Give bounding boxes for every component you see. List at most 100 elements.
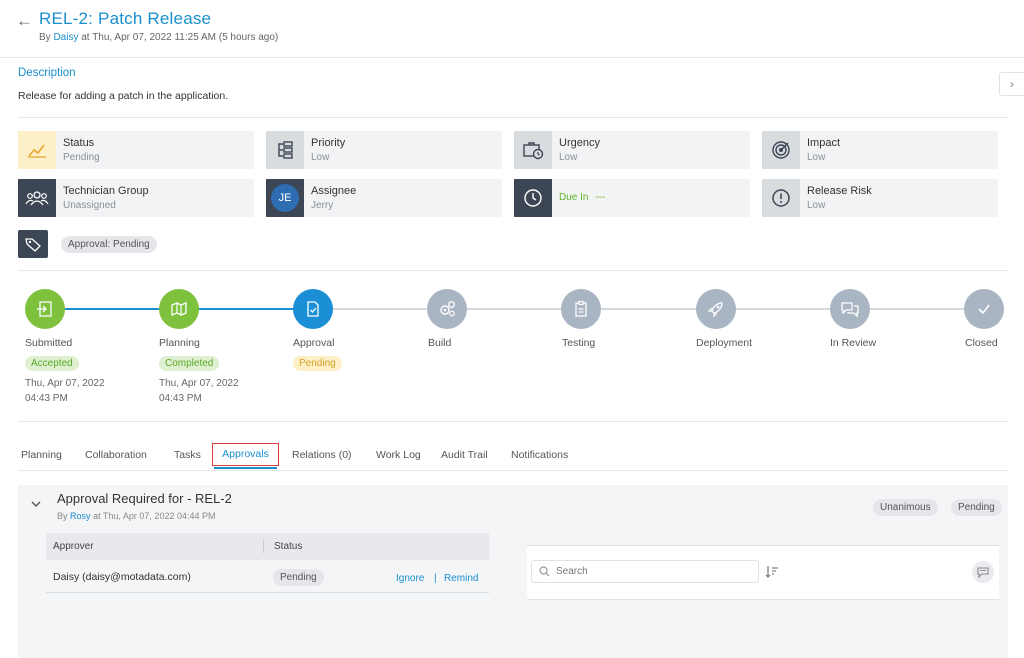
- urgency-value: Low: [559, 152, 578, 163]
- back-arrow-icon[interactable]: ←: [16, 11, 33, 31]
- release-risk-card[interactable]: Release Risk Low: [762, 179, 998, 217]
- approval-author-link[interactable]: Rosy: [70, 511, 91, 521]
- approval-status-badge: Pending: [951, 499, 1002, 516]
- tab-relations[interactable]: Relations (0): [292, 449, 352, 461]
- release-risk-value: Low: [807, 200, 826, 211]
- impact-value: Low: [807, 152, 826, 163]
- stage-testing-node[interactable]: [561, 289, 601, 329]
- description-text[interactable]: Release for adding a patch in the applic…: [18, 90, 228, 102]
- chat-bubbles-icon: [841, 302, 859, 318]
- column-separator: [263, 539, 264, 553]
- gears-icon: [440, 301, 455, 317]
- status-card[interactable]: Status Pending: [18, 131, 254, 169]
- search-icon: [539, 566, 550, 577]
- tab-approvals[interactable]: Approvals: [212, 443, 279, 466]
- briefcase-clock-icon: [514, 131, 552, 169]
- divider: [0, 57, 1024, 58]
- urgency-card[interactable]: Urgency Low: [514, 131, 750, 169]
- stage-status-badge: Pending: [293, 356, 342, 371]
- tab-collaboration[interactable]: Collaboration: [85, 449, 147, 461]
- alert-circle-icon: [762, 179, 800, 217]
- approval-title: Approval Required for - REL-2: [57, 491, 232, 506]
- stage-closed-node[interactable]: [964, 289, 1004, 329]
- chart-line-icon: [18, 131, 56, 169]
- assignee-card[interactable]: JE Assignee Jerry: [266, 179, 502, 217]
- stage-planning-node[interactable]: [159, 289, 199, 329]
- collapse-chevron-icon[interactable]: [31, 500, 41, 508]
- clipboard-icon: [575, 300, 587, 317]
- author-link[interactable]: Daisy: [53, 32, 78, 43]
- submit-icon: [37, 301, 52, 317]
- avatar: JE: [271, 184, 299, 212]
- priority-card[interactable]: Priority Low: [266, 131, 502, 169]
- approval-type-badge: Unanimous: [873, 499, 938, 516]
- comment-icon[interactable]: [972, 561, 994, 583]
- column-header-status: Status: [274, 541, 303, 552]
- stage-approval-node[interactable]: [293, 289, 333, 329]
- sort-icon[interactable]: [765, 565, 779, 579]
- priority-value: Low: [311, 152, 330, 163]
- stage-build-node[interactable]: [427, 289, 467, 329]
- assignee-value: Jerry: [311, 200, 334, 211]
- stage-submitted-node[interactable]: [25, 289, 65, 329]
- divider: [18, 117, 1008, 118]
- remind-link[interactable]: Remind: [444, 573, 478, 584]
- tab-planning[interactable]: Planning: [21, 449, 62, 461]
- status-label: Status: [63, 137, 95, 149]
- priority-label: Priority: [311, 137, 346, 149]
- stage-label: Build: [428, 337, 452, 349]
- search-input[interactable]: [531, 560, 759, 583]
- tab-notifications[interactable]: Notifications: [511, 449, 568, 461]
- approval-created-by: By Rosy at Thu, Apr 07, 2022 04:44 PM: [57, 511, 216, 521]
- status-value: Pending: [63, 152, 100, 163]
- flow-icon: [266, 131, 304, 169]
- divider: [18, 470, 1008, 471]
- impact-label: Impact: [807, 137, 841, 149]
- technician-group-card[interactable]: Technician Group Unassigned: [18, 179, 254, 217]
- stage-label: Planning: [159, 337, 200, 349]
- stage-label: Testing: [562, 337, 596, 349]
- stage-label: Closed: [965, 337, 998, 349]
- ignore-link[interactable]: Ignore: [396, 573, 424, 584]
- divider: [18, 421, 1008, 422]
- urgency-label: Urgency: [559, 137, 600, 149]
- active-tab-indicator: [214, 467, 277, 469]
- description-title: Description: [18, 67, 76, 79]
- tab-audit-trail[interactable]: Audit Trail: [441, 449, 488, 461]
- stage-date: Thu, Apr 07, 2022 04:43 PM: [159, 378, 239, 404]
- group-icon: [18, 179, 56, 217]
- stage-label: Approval: [293, 337, 335, 349]
- stage-label: In Review: [830, 337, 877, 349]
- stage-deployment-node[interactable]: [696, 289, 736, 329]
- divider: [18, 270, 1008, 271]
- technician-group-value: Unassigned: [63, 200, 116, 211]
- due-in-card[interactable]: Due In ---: [514, 179, 750, 217]
- stage-date: Thu, Apr 07, 2022 04:43 PM: [25, 378, 105, 404]
- created-by-line: By Daisy at Thu, Apr 07, 2022 11:25 AM (…: [39, 32, 279, 43]
- stage-status-badge: Accepted: [25, 356, 79, 371]
- release-risk-label: Release Risk: [807, 185, 872, 197]
- approval-status-tag: Approval: Pending: [61, 236, 157, 253]
- side-panel-toggle-button[interactable]: ›: [999, 72, 1024, 96]
- clock-icon: [514, 179, 552, 217]
- impact-card[interactable]: Impact Low: [762, 131, 998, 169]
- due-in-text: Due In ---: [559, 192, 606, 203]
- link-separator: |: [434, 573, 437, 584]
- tab-tasks[interactable]: Tasks: [174, 449, 201, 461]
- check-icon: [978, 304, 990, 315]
- approver-table-header: [46, 533, 489, 560]
- stage-in-review-node[interactable]: [830, 289, 870, 329]
- approver-status-badge: Pending: [273, 569, 324, 586]
- planning-icon: [171, 302, 187, 316]
- progress-line-remaining: [313, 308, 985, 310]
- column-header-approver: Approver: [53, 541, 94, 552]
- target-icon: [762, 131, 800, 169]
- technician-group-label: Technician Group: [63, 185, 149, 197]
- stage-label: Submitted: [25, 337, 73, 349]
- rocket-icon: [707, 302, 723, 318]
- approval-doc-icon: [307, 301, 319, 317]
- tab-work-log[interactable]: Work Log: [376, 449, 421, 461]
- page-title: REL-2: Patch Release: [39, 9, 212, 28]
- assignee-avatar-box: JE: [266, 179, 304, 217]
- tag-icon[interactable]: [18, 230, 48, 258]
